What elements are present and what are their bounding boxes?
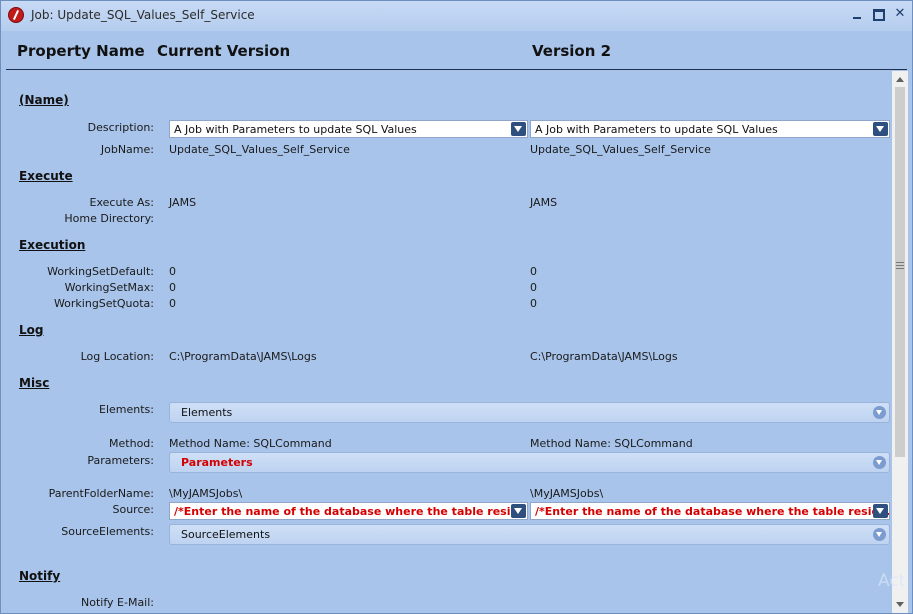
current-ws-quota-value: 0 bbox=[169, 297, 176, 310]
current-description-value: A Job with Parameters to update SQL Valu… bbox=[174, 123, 417, 136]
version2-execute-as-value: JAMS bbox=[530, 196, 558, 209]
version2-ws-max-value: 0 bbox=[530, 281, 537, 294]
elements-label: Elements: bbox=[99, 403, 154, 416]
current-log-location-value: C:\ProgramData\JAMS\Logs bbox=[169, 350, 317, 363]
section-misc: Misc bbox=[19, 376, 50, 390]
parameters-label: Parameters: bbox=[87, 454, 154, 467]
method-label: Method: bbox=[109, 437, 154, 450]
property-name-header: Property Name bbox=[17, 42, 145, 60]
current-jobname-value: Update_SQL_Values_Self_Service bbox=[169, 143, 350, 156]
version2-method-value: Method Name: SQLCommand bbox=[530, 437, 693, 450]
current-method-value: Method Name: SQLCommand bbox=[169, 437, 332, 450]
jams-app-icon bbox=[8, 7, 24, 23]
current-execute-as-value: JAMS bbox=[169, 196, 197, 209]
current-ws-default-value: 0 bbox=[169, 265, 176, 278]
section-log: Log bbox=[19, 323, 44, 337]
window-title: Job: Update_SQL_Values_Self_Service bbox=[31, 8, 255, 22]
dropdown-arrow-icon[interactable] bbox=[511, 122, 526, 136]
expand-chevron-icon[interactable] bbox=[873, 406, 886, 419]
elements-expander-label: Elements bbox=[181, 406, 233, 419]
version2-ws-quota-value: 0 bbox=[530, 297, 537, 310]
expand-chevron-icon[interactable] bbox=[873, 528, 886, 541]
version2-parent-folder-value: \MyJAMSJobs\ bbox=[530, 487, 604, 500]
section-notify: Notify bbox=[19, 569, 61, 583]
current-version-header: Current Version bbox=[157, 42, 291, 60]
description-label: Description: bbox=[87, 121, 154, 134]
ws-quota-label: WorkingSetQuota: bbox=[53, 297, 154, 310]
jobname-label: JobName: bbox=[100, 143, 154, 156]
activation-watermark: Act bbox=[878, 571, 906, 591]
elements-expander[interactable]: Elements bbox=[169, 402, 890, 423]
source-label: Source: bbox=[112, 503, 155, 516]
notify-email-label: Notify E-Mail: bbox=[81, 596, 154, 609]
current-source-combo[interactable]: /*Enter the name of the database where t… bbox=[169, 502, 528, 520]
execute-as-label: Execute As: bbox=[89, 196, 154, 209]
source-elements-expander-label: SourceElements bbox=[181, 528, 271, 541]
version2-log-location-value: C:\ProgramData\JAMS\Logs bbox=[530, 350, 678, 363]
source-elements-expander[interactable]: SourceElements bbox=[169, 524, 890, 545]
parameters-expander-label: Parameters bbox=[181, 456, 253, 469]
dropdown-arrow-icon[interactable] bbox=[873, 122, 888, 136]
job-compare-window: Job: Update_SQL_Values_Self_Service ✕ Pr… bbox=[0, 0, 913, 614]
version2-description-combo[interactable]: A Job with Parameters to update SQL Valu… bbox=[530, 120, 890, 138]
minimize-button[interactable] bbox=[850, 7, 864, 21]
scroll-down-arrow-icon[interactable] bbox=[896, 602, 904, 607]
section-name: (Name) bbox=[19, 93, 69, 107]
property-grid: (Name) Description: A Job with Parameter… bbox=[6, 71, 890, 613]
version2-header: Version 2 bbox=[532, 42, 612, 60]
dropdown-arrow-icon[interactable] bbox=[873, 504, 888, 518]
dropdown-arrow-icon[interactable] bbox=[511, 504, 526, 518]
home-directory-label: Home Directory: bbox=[64, 212, 154, 225]
version2-description-value: A Job with Parameters to update SQL Valu… bbox=[535, 123, 778, 136]
source-elements-label: SourceElements: bbox=[61, 525, 154, 538]
section-execute: Execute bbox=[19, 169, 73, 183]
current-parent-folder-value: \MyJAMSJobs\ bbox=[169, 487, 243, 500]
version2-ws-default-value: 0 bbox=[530, 265, 537, 278]
column-header: Property Name Current Version Version 2 bbox=[6, 31, 907, 70]
parameters-expander[interactable]: Parameters bbox=[169, 452, 890, 473]
version2-jobname-value: Update_SQL_Values_Self_Service bbox=[530, 143, 711, 156]
vertical-scrollbar[interactable] bbox=[892, 71, 908, 613]
maximize-button[interactable] bbox=[871, 7, 885, 21]
scroll-thumb[interactable] bbox=[895, 87, 905, 457]
scroll-grip-icon bbox=[896, 262, 904, 269]
version2-source-combo[interactable]: /*Enter the name of the database where t… bbox=[530, 502, 890, 520]
current-description-combo[interactable]: A Job with Parameters to update SQL Valu… bbox=[169, 120, 528, 138]
close-button[interactable]: ✕ bbox=[893, 7, 907, 21]
parent-folder-label: ParentFolderName: bbox=[48, 487, 154, 500]
current-source-value: /*Enter the name of the database where t… bbox=[174, 505, 528, 518]
current-ws-max-value: 0 bbox=[169, 281, 176, 294]
ws-max-label: WorkingSetMax: bbox=[64, 281, 154, 294]
ws-default-label: WorkingSetDefault: bbox=[47, 265, 154, 278]
version2-source-value: /*Enter the name of the database where t… bbox=[535, 505, 890, 518]
log-location-label: Log Location: bbox=[80, 350, 154, 363]
title-bar: Job: Update_SQL_Values_Self_Service ✕ bbox=[1, 1, 912, 31]
expand-chevron-icon[interactable] bbox=[873, 456, 886, 469]
scroll-up-arrow-icon[interactable] bbox=[896, 77, 904, 82]
section-execution: Execution bbox=[19, 238, 86, 252]
